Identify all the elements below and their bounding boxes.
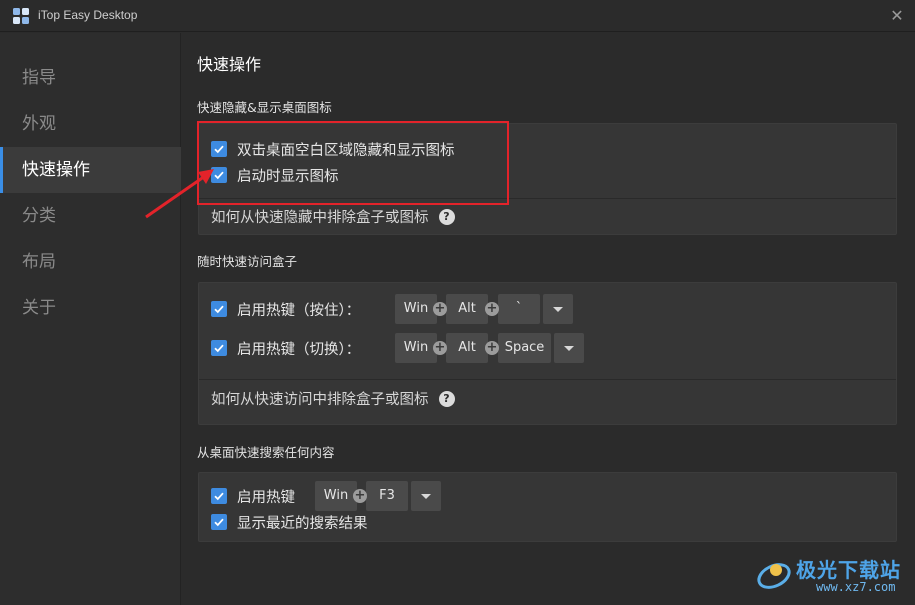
section-title-hide-icons: 快速隐藏&显示桌面图标 [197,100,332,115]
plus-icon: + [433,301,447,316]
option-label: 启用热键 [237,489,295,506]
sidebar-item-guide[interactable]: 指导 [0,55,181,101]
sidebar-item-about[interactable]: 关于 [0,285,181,331]
help-link-exclude-access[interactable]: 如何从快速访问中排除盒子或图标 ? [211,388,455,409]
option-hotkey-hold[interactable]: 启用热键（按住）： [211,298,360,320]
title-bar: iTop Easy Desktop ✕ [0,0,915,32]
plus-icon: + [485,301,499,316]
section-title-quick-access: 随时快速访问盒子 [197,254,298,269]
key-backtick[interactable]: ` [498,294,540,324]
checkbox[interactable] [211,340,227,356]
option-label: 显示最近的搜索结果 [237,515,368,532]
checkbox[interactable] [211,301,227,317]
key-space[interactable]: Space [498,333,551,363]
sidebar-item-layout[interactable]: 布局 [0,239,181,285]
quick-access-card: 启用热键（按住）： Win + Alt + ` 启用热键（切换）： Win + … [198,282,897,425]
section-title-search: 从桌面快速搜索任何内容 [197,445,335,460]
checkbox[interactable] [211,514,227,530]
option-label: 启用热键（切换）： [237,341,361,358]
key-win[interactable]: Win [395,333,437,363]
option-recent-results[interactable]: 显示最近的搜索结果 [211,511,368,533]
app-logo-icon [13,8,29,24]
sidebar: 指导 外观 快速操作 分类 布局 关于 [0,33,181,605]
help-icon[interactable]: ? [438,390,455,407]
key-f3[interactable]: F3 [366,481,408,511]
watermark-text: 极光下载站 [796,558,901,582]
help-icon[interactable]: ? [438,208,455,225]
option-label: 启用热键（按住）： [237,302,361,319]
plus-icon: + [433,340,447,355]
watermark-logo-icon [757,563,791,589]
close-button[interactable]: ✕ [885,4,909,28]
divider [199,379,896,380]
help-link-exclude-hide[interactable]: 如何从快速隐藏中排除盒子或图标 ? [211,206,455,227]
plus-icon: + [485,340,499,355]
annotation-arrow-icon [145,169,214,219]
main-panel: 快速操作 快速隐藏&显示桌面图标 双击桌面空白区域隐藏和显示图标 启动时显示图标… [182,33,915,605]
option-search-hotkey[interactable]: 启用热键 [211,485,295,507]
chevron-down-icon[interactable] [543,294,573,324]
chevron-down-icon[interactable] [411,481,441,511]
close-icon: ✕ [890,6,904,25]
check-icon [214,492,224,501]
help-label: 如何从快速隐藏中排除盒子或图标 [211,210,429,226]
sidebar-item-appearance[interactable]: 外观 [0,101,181,147]
key-alt[interactable]: Alt [446,294,488,324]
window-title: iTop Easy Desktop [38,8,138,22]
key-win[interactable]: Win [315,481,357,511]
checkbox[interactable] [211,488,227,504]
check-icon [214,518,224,527]
annotation-highlight-box [197,121,509,205]
page-title: 快速操作 [197,55,262,74]
search-card: 启用热键 Win + F3 显示最近的搜索结果 [198,472,897,542]
watermark: 极光下载站 www.xz7.com [752,550,912,600]
help-label: 如何从快速访问中排除盒子或图标 [211,392,429,408]
watermark-url: www.xz7.com [816,580,896,594]
key-alt[interactable]: Alt [446,333,488,363]
plus-icon: + [353,488,367,503]
key-win[interactable]: Win [395,294,437,324]
check-icon [214,305,224,314]
option-hotkey-toggle[interactable]: 启用热键（切换）： [211,337,360,359]
check-icon [214,344,224,353]
chevron-down-icon[interactable] [554,333,584,363]
